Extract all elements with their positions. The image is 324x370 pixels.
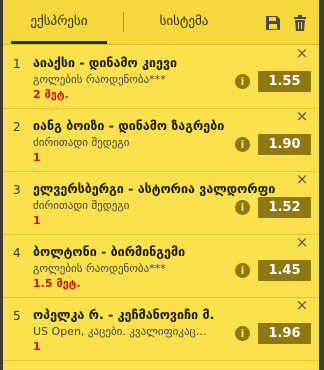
odds-badge: 1.52 [258,197,311,218]
bet-number: 4 [13,246,21,260]
bet-market: გოლების რაოდენობა*** [33,262,166,275]
info-icon[interactable]: i [235,200,250,215]
bet-market: ძირითადი შედეგი [33,199,130,212]
bet-item: 2 იანგ ბოიზი - დინამო ზაგრები ძირითადი შ… [3,109,319,172]
bet-market: ძირითადი შედეგი [33,136,130,149]
odds-badge: 1.55 [258,71,311,92]
tab-system-label: სისტემა [159,14,209,29]
bet-item: 3 ელვერსბერგი - ასტორია ვალდორფი ძირითად… [3,172,319,235]
bet-title: ბოლტონი - ბირმინგემი [33,244,186,259]
info-icon[interactable]: i [235,74,250,89]
tab-divider [123,12,124,32]
odds-badge: 1.96 [258,323,311,344]
bet-item: 1 აიაქსი - დინამო კიევი გოლების რაოდენობ… [3,46,319,109]
bet-item: 4 ბოლტონი - ბირმინგემი გოლების რაოდენობა… [3,235,319,298]
bet-number: 3 [13,183,21,197]
close-icon[interactable]: × [295,298,309,313]
bet-item: 5 ოპელკა რ. - კეჩმანოვიჩი მ. US Open, კა… [3,298,319,361]
bet-selection: 2 მეტ. [33,88,69,101]
bet-number: 5 [13,309,21,323]
active-tab-indicator [11,41,107,44]
tab-express-label: ექსპრესი [30,14,88,29]
bet-title: ოპელკა რ. - კეჩმანოვიჩი მ. [33,307,215,322]
close-icon[interactable]: × [295,46,309,61]
close-icon[interactable]: × [295,109,309,124]
bet-title: ელვერსბერგი - ასტორია ვალდორფი [33,181,276,196]
betslip-tabs: ექსპრესი სისტემა [3,0,319,45]
bet-number: 2 [13,120,21,134]
bet-title: იანგ ბოიზი - დინამო ზაგრები [33,118,225,133]
bet-selection: 1 [33,214,41,227]
close-icon[interactable]: × [295,172,309,187]
info-icon[interactable]: i [235,137,250,152]
close-icon[interactable]: × [295,235,309,250]
tab-system[interactable]: სისტემა [139,0,229,44]
bet-market: გოლების რაოდენობა*** [33,73,166,86]
save-icon[interactable] [264,14,282,32]
info-icon[interactable]: i [235,326,250,341]
bet-number: 1 [13,57,21,71]
trash-icon[interactable] [291,14,309,32]
bet-selection: 1 [33,340,41,353]
odds-badge: 1.90 [258,134,311,155]
bet-selection: 1 [33,151,41,164]
bet-selection: 1.5 მეტ. [33,277,81,290]
odds-badge: 1.45 [258,260,311,281]
betslip-panel: ექსპრესი სისტემა 1 აიაქსი - დინამო კიევი… [3,0,319,370]
bet-title: აიაქსი - დინამო კიევი [33,55,178,70]
bet-market: US Open, კაცები. კვალიფიკაც... [33,325,207,338]
tab-express[interactable]: ექსპრესი [11,0,107,44]
info-icon[interactable]: i [235,263,250,278]
